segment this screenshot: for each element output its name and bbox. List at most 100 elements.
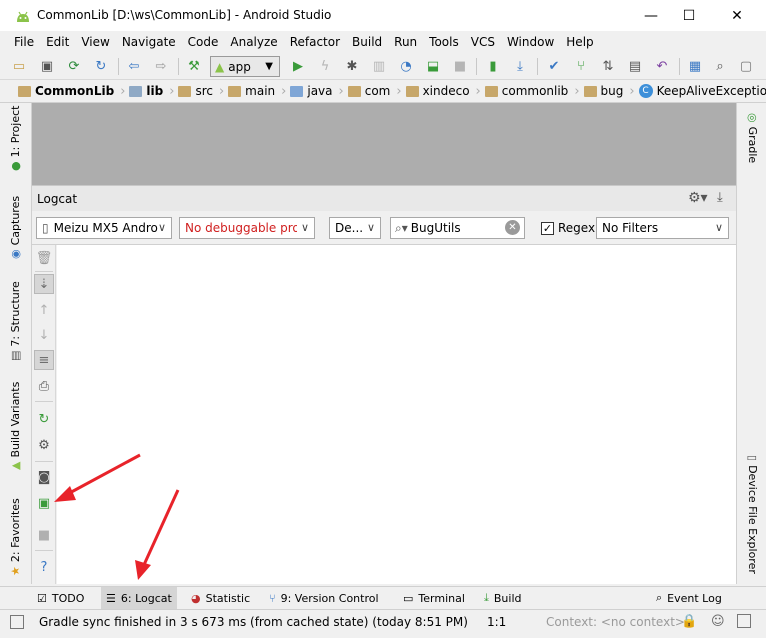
menu-window[interactable]: Window	[501, 35, 560, 49]
forward-icon[interactable]: ⇨	[152, 57, 170, 75]
screen-record-icon[interactable]: ▣	[34, 493, 54, 513]
soft-wrap-icon[interactable]: ≡	[34, 350, 54, 370]
tab-build[interactable]: ⤓ Build	[479, 587, 527, 609]
caret-position[interactable]: 1:1	[487, 615, 506, 629]
tab-captures[interactable]: ◉ Captures	[9, 196, 22, 259]
menu-view[interactable]: View	[75, 35, 115, 49]
gear-icon[interactable]: ⚙	[34, 435, 54, 455]
gradle-sync-icon[interactable]: ✔	[545, 57, 563, 75]
logcat-output[interactable]	[57, 245, 736, 584]
stop-icon[interactable]: ■	[34, 525, 54, 545]
scroll-to-end-icon[interactable]: ⇣	[34, 274, 54, 294]
help-icon[interactable]: ?	[34, 557, 54, 577]
save-icon[interactable]: ▣	[38, 57, 56, 75]
status-toggle-icon[interactable]	[10, 615, 24, 629]
sync-icon[interactable]: ⟳	[65, 57, 83, 75]
run-icon[interactable]: ▶	[289, 57, 307, 75]
gear-icon[interactable]: ⚙▾	[688, 190, 708, 206]
lock-icon[interactable]: 🔒	[681, 614, 697, 629]
run-config-select[interactable]: ▲ app ▼	[210, 56, 280, 77]
tab-gradle[interactable]: ◎ Gradle	[746, 113, 759, 163]
structure-icon: ▤	[9, 350, 22, 361]
tab-build-variants[interactable]: ▲ Build Variants	[9, 382, 22, 470]
regex-checkbox[interactable]: ✓	[541, 222, 554, 235]
close-button[interactable]: ✕	[714, 0, 760, 31]
search-input[interactable]: ⌕▾ BugUtils ✕	[390, 217, 525, 239]
breadcrumb-item[interactable]: lib ›	[129, 84, 174, 99]
menu-file[interactable]: File	[8, 35, 40, 49]
tab-event-log[interactable]: ⌕ Event Log	[651, 587, 727, 609]
log-level-select[interactable]: De... ∨	[329, 217, 381, 239]
open-icon[interactable]: ▭	[10, 57, 28, 75]
breadcrumb-item[interactable]: src ›	[178, 84, 224, 99]
make-icon[interactable]: ⚒	[185, 57, 203, 75]
restart-icon[interactable]: ↻	[34, 409, 54, 429]
tab-project[interactable]: ● 1: Project	[9, 106, 22, 171]
refresh-icon[interactable]: ↻	[92, 57, 110, 75]
tab-terminal[interactable]: ▭ Terminal	[398, 587, 470, 609]
menu-bar: File Edit View Navigate Code Analyze Ref…	[0, 31, 766, 53]
breadcrumb-item[interactable]: bug ›	[583, 84, 635, 99]
clear-icon[interactable]: ✕	[505, 220, 520, 235]
breadcrumb-item[interactable]: xindeco ›	[405, 84, 481, 99]
chevron-down-icon: ▼	[265, 61, 273, 72]
project-structure-icon[interactable]: ▦	[686, 57, 704, 75]
menu-vcs[interactable]: VCS	[465, 35, 501, 49]
filter-select[interactable]: No Filters ∨	[596, 217, 729, 239]
process-select[interactable]: No debuggable proc ∨	[179, 217, 315, 239]
tab-todo[interactable]: ☑ TODO	[32, 587, 89, 609]
breadcrumb-item[interactable]: CommonLib ›	[18, 84, 125, 99]
inspector-icon[interactable]: ☺	[711, 614, 725, 629]
menu-navigate[interactable]: Navigate	[116, 35, 182, 49]
breadcrumb-item[interactable]: commonlib ›	[484, 84, 580, 99]
package-icon	[405, 85, 419, 97]
folder-icon	[178, 85, 192, 97]
window-icon[interactable]: ▢	[737, 57, 755, 75]
tab-version-control[interactable]: ⑂ 9: Version Control	[264, 587, 384, 609]
avd-icon[interactable]: ▮	[484, 57, 502, 75]
print-icon[interactable]: ⎙	[34, 376, 54, 396]
menu-analyze[interactable]: Analyze	[224, 35, 283, 49]
history-icon[interactable]: ▤	[626, 57, 644, 75]
menu-edit[interactable]: Edit	[40, 35, 75, 49]
tab-structure[interactable]: ▤ 7: Structure	[9, 281, 22, 361]
menu-tools[interactable]: Tools	[423, 35, 465, 49]
device-label: Meizu MX5 Andro	[53, 221, 158, 235]
tab-logcat[interactable]: ☰ 6: Logcat	[101, 587, 177, 609]
undo-icon[interactable]: ↶	[653, 57, 671, 75]
attach-debugger-icon[interactable]: ⬓	[424, 57, 442, 75]
menu-code[interactable]: Code	[182, 35, 225, 49]
back-icon[interactable]: ⇦	[125, 57, 143, 75]
tab-device-file-explorer[interactable]: ▯ Device File Explorer	[746, 455, 759, 574]
sdk-icon[interactable]: ⤓	[511, 57, 529, 75]
attach-icon[interactable]: ◔	[397, 57, 415, 75]
apply-changes-icon[interactable]: ϟ	[316, 57, 334, 75]
hide-icon[interactable]: ⤓	[717, 190, 723, 205]
menu-build[interactable]: Build	[346, 35, 388, 49]
menu-refactor[interactable]: Refactor	[284, 35, 346, 49]
arrow-down-icon[interactable]: ↓	[34, 325, 54, 345]
event-log-icon: ⌕	[656, 591, 663, 604]
breadcrumb-item[interactable]: com ›	[347, 84, 402, 99]
screenshot-icon[interactable]: ◙	[34, 467, 54, 487]
vcs-icon[interactable]: ⇅	[599, 57, 617, 75]
stop-icon[interactable]: ■	[451, 57, 469, 75]
menu-help[interactable]: Help	[560, 35, 599, 49]
notifications-icon[interactable]	[737, 614, 751, 628]
arrow-up-icon[interactable]: ↑	[34, 300, 54, 320]
tab-favorites[interactable]: ★ 2: Favorites	[9, 498, 22, 576]
breadcrumb-item[interactable]: main ›	[228, 84, 286, 99]
trash-icon[interactable]: 🗑	[34, 248, 54, 268]
breadcrumb-item[interactable]: CKeepAliveExceptionHandle	[638, 84, 766, 98]
menu-run[interactable]: Run	[388, 35, 423, 49]
layout-inspector-icon[interactable]: ⑂	[572, 57, 590, 75]
debug-icon[interactable]: ✱	[343, 57, 361, 75]
breadcrumb-item[interactable]: java ›	[290, 84, 344, 99]
vcs-icon: ⑂	[269, 591, 276, 605]
profile-icon[interactable]: ▥	[370, 57, 388, 75]
device-select[interactable]: ▯ Meizu MX5 Andro ∨	[36, 217, 172, 239]
search-icon[interactable]: ⌕	[711, 57, 729, 75]
chevron-down-icon: ∨	[300, 221, 309, 234]
tab-statistic[interactable]: ◕ Statistic	[186, 587, 255, 609]
maximize-button[interactable]: ☐	[666, 0, 712, 31]
